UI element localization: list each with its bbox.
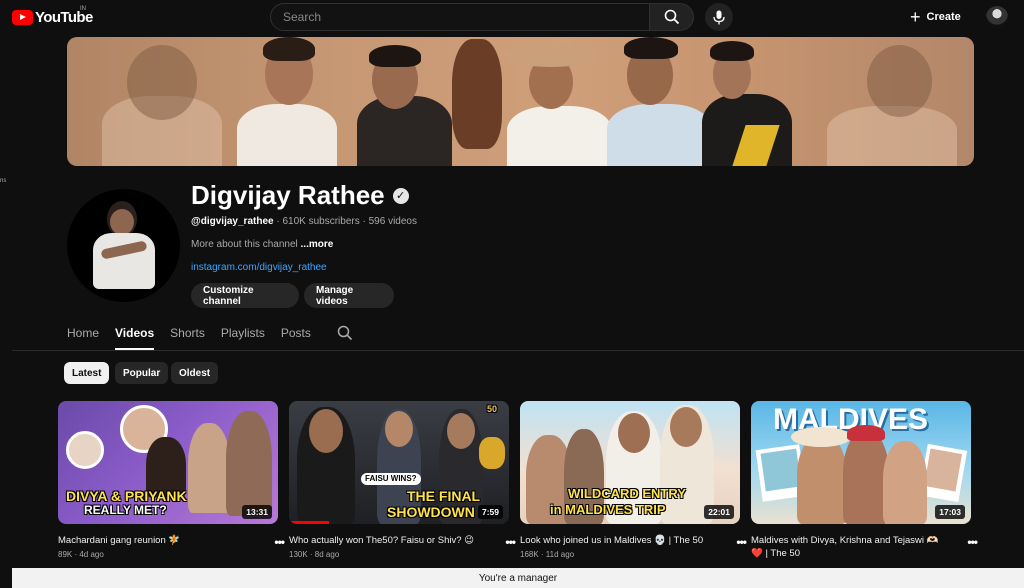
video-duration: 22:01 bbox=[704, 505, 734, 519]
channel-link[interactable]: instagram.com/digvijay_rathee bbox=[191, 262, 327, 273]
video-card[interactable]: 50 FAISU WINS? THE FINAL SHOWDOWN 7:59 W… bbox=[289, 401, 516, 560]
tab-videos[interactable]: Videos bbox=[115, 320, 155, 350]
channel-handle: @digvijay_rathee bbox=[191, 216, 274, 227]
search-box[interactable] bbox=[270, 3, 650, 31]
thumbnail-text: in MALDIVES TRIP bbox=[550, 502, 666, 517]
video-duration: 17:03 bbox=[935, 505, 965, 519]
video-thumbnail[interactable]: DIVYA & PRIYANK REALLY MET? 13:31 bbox=[58, 401, 278, 524]
channel-search-button[interactable] bbox=[337, 325, 353, 346]
view-count: 89K bbox=[58, 550, 73, 560]
channel-meta: @digvijay_rathee · 610K subscribers · 59… bbox=[191, 216, 417, 227]
upload-age: 8d ago bbox=[314, 550, 340, 560]
chip-latest[interactable]: Latest bbox=[64, 362, 110, 384]
tab-posts[interactable]: Posts bbox=[281, 320, 311, 350]
account-avatar[interactable] bbox=[986, 6, 1008, 28]
thumbnail-text: REALLY MET? bbox=[84, 503, 167, 517]
video-duration: 13:31 bbox=[242, 505, 272, 519]
create-button[interactable]: + Create bbox=[900, 5, 971, 29]
video-card[interactable]: MALDIVES 17:03 Maldives with Divya, Kris… bbox=[751, 401, 978, 561]
more-options-icon[interactable]: ••• bbox=[967, 535, 978, 549]
channel-avatar[interactable] bbox=[67, 189, 180, 302]
tab-playlists[interactable]: Playlists bbox=[221, 320, 265, 350]
tab-home[interactable]: Home bbox=[67, 320, 99, 350]
video-meta: 89K · 4d ago bbox=[58, 550, 104, 560]
chip-oldest[interactable]: Oldest bbox=[171, 362, 219, 384]
video-thumbnail[interactable]: MALDIVES 17:03 bbox=[751, 401, 971, 524]
thumbnail-text: SHOWDOWN bbox=[387, 504, 475, 520]
video-meta: 168K · 11d ago bbox=[520, 550, 575, 560]
manager-notice-bar: You're a manager bbox=[12, 568, 1024, 588]
video-meta: 130K · 8d ago bbox=[289, 550, 340, 560]
channel-name-text: Digvijay Rathee bbox=[191, 180, 385, 210]
upload-age: 4d ago bbox=[79, 550, 104, 560]
thumbnail-text: FAISU WINS? bbox=[361, 473, 421, 485]
more-options-icon[interactable]: ••• bbox=[736, 535, 747, 549]
chip-popular[interactable]: Popular bbox=[115, 362, 169, 384]
search-icon bbox=[664, 9, 679, 25]
top-bar: YouTube IN + Create bbox=[0, 0, 1024, 36]
channel-tabs: Home Videos Shorts Playlists Posts bbox=[67, 320, 327, 350]
microphone-icon bbox=[713, 10, 725, 24]
tabs-divider bbox=[12, 350, 1024, 351]
search-button[interactable] bbox=[650, 3, 694, 31]
video-card[interactable]: DIVYA & PRIYANK REALLY MET? 13:31 Machar… bbox=[58, 401, 285, 560]
watch-progress-bar bbox=[289, 521, 329, 524]
video-title[interactable]: Maldives with Divya, Krishna and Tejaswi… bbox=[751, 534, 951, 561]
thumbnail-text: THE FINAL bbox=[407, 488, 481, 504]
verified-icon: ✓ bbox=[392, 187, 409, 204]
video-thumbnail[interactable]: WILDCARD ENTRY in MALDIVES TRIP 22:01 bbox=[520, 401, 740, 524]
more-options-icon[interactable]: ••• bbox=[505, 535, 516, 549]
video-thumbnail[interactable]: 50 FAISU WINS? THE FINAL SHOWDOWN 7:59 bbox=[289, 401, 509, 524]
subscriber-count: 610K subscribers bbox=[282, 216, 360, 227]
region-code: IN bbox=[80, 6, 86, 12]
video-title[interactable]: Machardani gang reunion 🧚 bbox=[58, 534, 258, 547]
manage-videos-button[interactable]: Manage videos bbox=[304, 283, 394, 308]
channel-name: Digvijay Rathee ✓ bbox=[191, 180, 409, 211]
view-count: 130K bbox=[289, 550, 308, 560]
sidebar-sliver-text: ns bbox=[0, 178, 7, 184]
thumbnail-text: DIVYA & PRIYANK bbox=[66, 488, 187, 504]
thumbnail-badge: 50 bbox=[487, 404, 498, 414]
video-title[interactable]: Who actually won The50? Faisu or Shiv? 😉 bbox=[289, 534, 489, 547]
tab-shorts[interactable]: Shorts bbox=[170, 320, 205, 350]
view-count: 168K bbox=[520, 550, 539, 560]
channel-about[interactable]: More about this channel ...more bbox=[191, 239, 333, 250]
customize-channel-button[interactable]: Customize channel bbox=[191, 283, 299, 308]
voice-search-button[interactable] bbox=[705, 3, 733, 31]
video-title[interactable]: Look who joined us in Maldives 💀 | The 5… bbox=[520, 534, 720, 547]
search-icon bbox=[337, 325, 353, 341]
plus-icon: + bbox=[910, 7, 921, 27]
upload-age: 11d ago bbox=[545, 550, 575, 560]
about-more-link[interactable]: ...more bbox=[301, 239, 334, 250]
search-input[interactable] bbox=[283, 10, 649, 24]
youtube-play-icon bbox=[12, 10, 33, 25]
video-card[interactable]: WILDCARD ENTRY in MALDIVES TRIP 22:01 Lo… bbox=[520, 401, 747, 560]
more-options-icon[interactable]: ••• bbox=[274, 535, 285, 549]
about-text: More about this channel bbox=[191, 239, 298, 250]
video-duration: 7:59 bbox=[477, 505, 503, 519]
create-label: Create bbox=[926, 11, 961, 23]
thumbnail-text: WILDCARD ENTRY bbox=[568, 486, 686, 501]
channel-banner bbox=[67, 37, 974, 166]
video-count: 596 videos bbox=[368, 216, 417, 227]
